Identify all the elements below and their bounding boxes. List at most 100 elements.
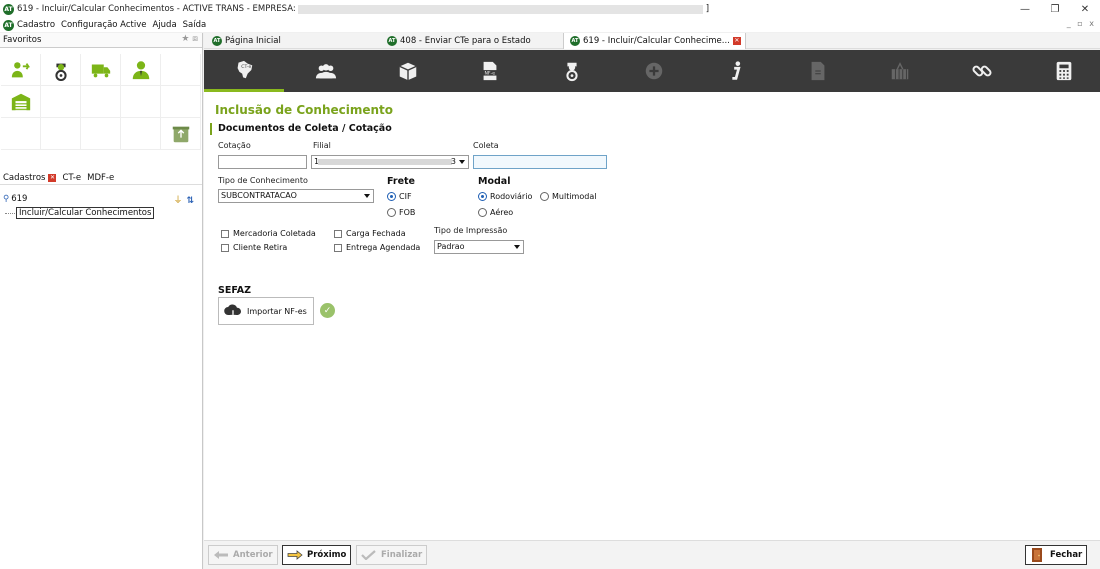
- tab-cte[interactable]: CT-e: [59, 173, 84, 183]
- anterior-button[interactable]: Anterior: [208, 545, 278, 565]
- close-tab-icon[interactable]: ✕: [48, 173, 57, 182]
- toolbar-plus-button: [614, 50, 694, 92]
- modal-multimodal-radio[interactable]: Multimodal: [540, 192, 596, 201]
- carga-fechada-checkbox[interactable]: Carga Fechada: [334, 229, 406, 238]
- radio-icon: [478, 208, 487, 217]
- toolbar-link-button[interactable]: [942, 50, 1022, 92]
- redacted-filial: [318, 159, 452, 165]
- calculator-icon: [1056, 61, 1072, 81]
- favorite-slot[interactable]: [121, 118, 161, 150]
- tab-cadastros[interactable]: Cadastros ✕: [0, 173, 59, 183]
- tree-item-label[interactable]: Incluir/Calcular Conhecimentos: [16, 207, 155, 219]
- favorite-slot[interactable]: [161, 118, 201, 150]
- filial-select[interactable]: 1 3: [311, 155, 469, 169]
- checkbox-icon: [334, 243, 342, 252]
- favorite-slot[interactable]: [161, 86, 201, 118]
- favorite-slot[interactable]: [1, 86, 41, 118]
- favorites-tools[interactable]: ★ ⧈: [181, 34, 198, 44]
- finalizar-button[interactable]: Finalizar: [356, 545, 428, 565]
- coleta-input[interactable]: [473, 155, 607, 169]
- toolbar-people-button[interactable]: [286, 50, 366, 92]
- frete-fob-radio[interactable]: FOB: [387, 208, 415, 217]
- filial-label: Filial: [313, 141, 331, 150]
- cargo-container-icon: [891, 62, 909, 80]
- favorite-slot[interactable]: [121, 54, 161, 86]
- favorite-slot[interactable]: [161, 54, 201, 86]
- svg-text:NF-e: NF-e: [485, 71, 496, 77]
- search-input[interactable]: 619: [11, 194, 27, 204]
- user-arrow-icon: [11, 61, 30, 77]
- cloud-download-icon: [224, 304, 242, 319]
- frete-cif-label: CIF: [399, 192, 412, 201]
- favorite-slot[interactable]: [1, 118, 41, 150]
- link-icon: [972, 65, 992, 77]
- mdi-window-controls[interactable]: _ ▫ x: [1067, 19, 1096, 28]
- door-icon: [1032, 548, 1042, 562]
- toolbar-calculator-button[interactable]: [1024, 50, 1100, 92]
- favorite-slot[interactable]: [41, 86, 81, 118]
- tab-logo-icon: AT: [387, 36, 397, 46]
- tipo-impressao-select[interactable]: Padrao: [434, 240, 524, 254]
- tab-mdfe[interactable]: MDF-e: [84, 173, 117, 183]
- mercadoria-coletada-checkbox[interactable]: Mercadoria Coletada: [221, 229, 316, 238]
- tree-item[interactable]: Incluir/Calcular Conhecimentos: [5, 207, 155, 219]
- cotacao-input[interactable]: [218, 155, 307, 169]
- close-tab-icon[interactable]: ✕: [732, 37, 741, 45]
- menu-cadastro[interactable]: Cadastro: [17, 20, 55, 30]
- proximo-button[interactable]: Próximo: [282, 545, 352, 565]
- chevron-down-icon: [514, 245, 520, 249]
- checkmark-icon: [361, 550, 376, 560]
- favorite-slot[interactable]: [1, 54, 41, 86]
- tab-label: Página Inicial: [225, 36, 281, 46]
- truck-icon: [91, 64, 110, 77]
- left-panel: Favoritos ★ ⧈ Cadastros ✕ CT-e MDF-e ⚲ 6…: [0, 33, 203, 569]
- menu-configuracao[interactable]: Configuração Active: [61, 20, 146, 30]
- modal-multimodal-label: Multimodal: [552, 192, 597, 201]
- favorite-slot[interactable]: [121, 86, 161, 118]
- toolbar-info-button[interactable]: [696, 50, 776, 92]
- favorite-slot[interactable]: [81, 118, 121, 150]
- toolbar-map-button[interactable]: CT-e: [204, 50, 284, 92]
- favorite-slot[interactable]: [41, 118, 81, 150]
- entrega-agendada-checkbox[interactable]: Entrega Agendada: [334, 243, 420, 252]
- brazil-map-icon: CT-e: [237, 60, 253, 78]
- frete-fob-label: FOB: [399, 208, 416, 217]
- modal-rodoviario-radio[interactable]: Rodoviário: [478, 192, 532, 201]
- checkbox-icon: [221, 243, 229, 252]
- minimize-button[interactable]: —: [1010, 0, 1040, 18]
- cliente-retira-checkbox[interactable]: Cliente Retira: [221, 243, 287, 252]
- import-nfe-label: Importar NF-es: [247, 306, 307, 316]
- close-window-button[interactable]: ✕: [1070, 0, 1100, 18]
- left-search[interactable]: ⚲ 619 ⏚ ⇅: [0, 192, 202, 206]
- sort-icon[interactable]: ⇅: [186, 196, 194, 206]
- favorite-slot[interactable]: [41, 54, 81, 86]
- tab-cadastros-label: Cadastros: [3, 172, 46, 183]
- modal-aereo-radio[interactable]: Aéreo: [478, 208, 513, 217]
- frete-title: Frete: [387, 176, 415, 187]
- menu-bar: AT Cadastro Configuração Active Ajuda Sa…: [0, 18, 1100, 32]
- tab-enviar-cte[interactable]: AT 408 - Enviar CTe para o Estado: [384, 33, 562, 49]
- radio-icon: [540, 192, 549, 201]
- modal-title: Modal: [478, 176, 511, 187]
- menu-ajuda[interactable]: Ajuda: [152, 20, 176, 30]
- search-tools: ⏚ ⇅: [173, 193, 194, 206]
- fechar-button[interactable]: Fechar: [1025, 545, 1088, 565]
- toolbar-box-button[interactable]: [368, 50, 448, 92]
- tab-logo-icon: AT: [570, 36, 580, 46]
- tab-pagina-inicial[interactable]: AT Página Inicial: [206, 33, 381, 49]
- toolbar-nfe-button[interactable]: NF-e: [450, 50, 530, 92]
- toolbar-driver-button[interactable]: [532, 50, 612, 92]
- menu-saida[interactable]: Saída: [183, 20, 207, 30]
- favorite-slot[interactable]: [81, 86, 121, 118]
- coleta-label: Coleta: [473, 141, 499, 150]
- restore-button[interactable]: ❐: [1040, 0, 1070, 18]
- chevron-down-icon: [459, 160, 465, 164]
- tab-incluir-calcular[interactable]: AT 619 - Incluir/Calcular Conhecime... ✕: [563, 33, 746, 49]
- driver-icon: [566, 62, 578, 82]
- tipo-conhecimento-select[interactable]: SUBCONTRATACAO: [218, 189, 374, 203]
- people-icon: [315, 64, 337, 79]
- import-nfe-button[interactable]: Importar NF-es: [218, 297, 314, 325]
- frete-cif-radio[interactable]: CIF: [387, 192, 412, 201]
- favorite-slot[interactable]: [81, 54, 121, 86]
- clear-icon[interactable]: ⏚: [173, 196, 182, 206]
